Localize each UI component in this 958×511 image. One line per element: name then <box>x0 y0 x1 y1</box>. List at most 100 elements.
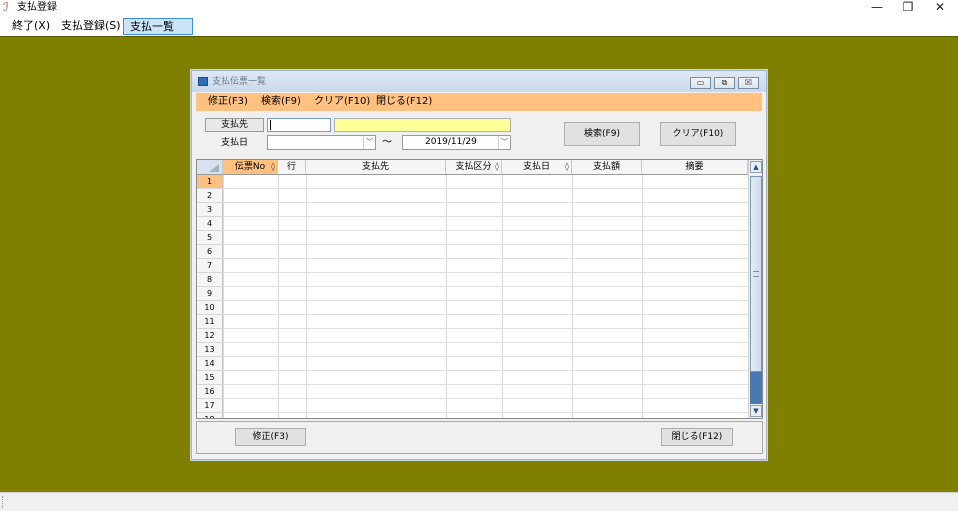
row-header[interactable]: 12 <box>197 329 223 343</box>
column-label: 支払区分 <box>455 162 492 172</box>
minimize-button[interactable]: — <box>862 0 892 16</box>
table-row[interactable] <box>223 398 748 399</box>
app-title: 支払登録 <box>17 2 57 13</box>
menu-clear-f10[interactable]: クリア(F10) <box>314 95 370 109</box>
column-label: 支払額 <box>592 162 620 172</box>
close-button[interactable]: ✕ <box>925 0 955 16</box>
date-range-tilde: 〜 <box>382 137 392 148</box>
row-header[interactable]: 16 <box>197 385 223 399</box>
row-header[interactable]: 6 <box>197 245 223 259</box>
row-header[interactable]: 15 <box>197 371 223 385</box>
chevron-down-icon[interactable]: ﹀ <box>498 136 510 149</box>
grid-column-divider <box>572 175 573 418</box>
payee-name-field[interactable] <box>334 118 511 132</box>
row-header[interactable]: 4 <box>197 217 223 231</box>
restore-button[interactable]: ❐ <box>893 0 923 16</box>
row-header[interactable]: 13 <box>197 343 223 357</box>
menu-payment-list[interactable]: 支払一覧(P) <box>123 18 193 48</box>
column-header-payment-date[interactable]: 支払日 ◊ <box>502 160 572 175</box>
title-bar: ℐ 支払登録 — ❐ ✕ <box>0 0 958 16</box>
row-header[interactable]: 10 <box>197 301 223 315</box>
scroll-up-icon[interactable]: ▲ <box>750 161 762 173</box>
table-row[interactable] <box>223 188 748 189</box>
table-row[interactable] <box>223 342 748 343</box>
grid-column-divider <box>223 175 224 418</box>
table-row[interactable] <box>223 412 748 413</box>
sort-icon: ◊ <box>495 162 499 171</box>
table-row[interactable] <box>223 230 748 231</box>
clear-button[interactable]: クリア(F10) <box>660 122 736 146</box>
date-from-combo[interactable]: ﹀ <box>267 135 376 150</box>
payee-code-input[interactable] <box>267 118 331 132</box>
table-row[interactable] <box>223 286 748 287</box>
column-header-amount[interactable]: 支払額 <box>572 160 642 175</box>
table-row[interactable] <box>223 216 748 217</box>
menu-exit[interactable]: 終了(X) <box>6 18 56 35</box>
payment-date-label: 支払日 <box>220 138 248 148</box>
scroll-track[interactable] <box>750 372 762 404</box>
resize-grip-icon <box>2 496 5 508</box>
row-header[interactable]: 5 <box>197 231 223 245</box>
column-header-slip-no[interactable]: 伝票No ◊ <box>223 160 278 175</box>
window-icon <box>198 77 208 86</box>
child-menu-bar: 修正(F3) 検索(F9) クリア(F10) 閉じる(F12) <box>196 93 762 111</box>
date-to-combo[interactable]: 2019/11/29 ﹀ <box>402 135 511 150</box>
grid-vertical-scrollbar[interactable]: ▲ ▼ <box>748 160 762 418</box>
column-header-line[interactable]: 行 <box>278 160 306 175</box>
row-header[interactable]: 2 <box>197 189 223 203</box>
chevron-down-icon[interactable]: ﹀ <box>363 136 375 149</box>
menu-edit-f3[interactable]: 修正(F3) <box>208 95 248 109</box>
payment-grid[interactable]: 伝票No ◊ 行 支払先 支払区分 ◊ 支払日 ◊ 支払額 摘要 1234567… <box>196 159 763 419</box>
row-header[interactable]: 17 <box>197 399 223 413</box>
row-header[interactable]: 7 <box>197 259 223 273</box>
scroll-thumb[interactable] <box>750 176 762 372</box>
row-header[interactable]: 1 <box>197 175 223 189</box>
sort-icon: ◊ <box>271 162 275 171</box>
app-icon: ℐ <box>3 0 9 14</box>
bottom-button-bar: 修正(F3) 閉じる(F12) <box>196 421 763 454</box>
menu-payment-register[interactable]: 支払登録(S) <box>55 18 127 35</box>
table-row[interactable] <box>223 356 748 357</box>
table-row[interactable] <box>223 314 748 315</box>
row-header[interactable]: 3 <box>197 203 223 217</box>
row-header[interactable]: 8 <box>197 273 223 287</box>
close-window-button[interactable]: 閉じる(F12) <box>661 428 733 446</box>
menu-close-f12[interactable]: 閉じる(F12) <box>376 95 432 109</box>
scroll-down-icon[interactable]: ▼ <box>750 405 762 417</box>
grid-column-divider <box>306 175 307 418</box>
row-header[interactable]: 14 <box>197 357 223 371</box>
column-label: 伝票No <box>234 162 266 172</box>
search-button[interactable]: 検索(F9) <box>564 122 640 146</box>
column-label: 支払日 <box>522 162 550 172</box>
row-header[interactable]: 9 <box>197 287 223 301</box>
menu-search-f9[interactable]: 検索(F9) <box>261 95 301 109</box>
column-label: 支払先 <box>361 162 389 172</box>
child-window-title: 支払伝票一覧 <box>212 77 267 87</box>
column-header-payee[interactable]: 支払先 <box>306 160 446 175</box>
table-row[interactable] <box>223 202 748 203</box>
table-row[interactable] <box>223 370 748 371</box>
table-row[interactable] <box>223 272 748 273</box>
child-minimize-button[interactable]: ▭ <box>690 77 711 89</box>
table-row[interactable] <box>223 328 748 329</box>
grid-column-divider <box>278 175 279 418</box>
column-header-payment-type[interactable]: 支払区分 ◊ <box>446 160 502 175</box>
edit-button[interactable]: 修正(F3) <box>235 428 306 446</box>
table-row[interactable] <box>223 244 748 245</box>
table-row[interactable] <box>223 300 748 301</box>
child-close-button[interactable]: ☒ <box>738 77 759 89</box>
status-bar <box>0 492 958 511</box>
grip-icon <box>753 271 759 277</box>
row-header[interactable]: 18 <box>197 413 223 418</box>
grid-select-all-corner[interactable] <box>197 160 223 175</box>
date-to-value: 2019/11/29 <box>425 137 477 147</box>
child-title-bar[interactable]: 支払伝票一覧 ▭ ⧉ ☒ <box>192 71 766 92</box>
sort-icon: ◊ <box>565 162 569 171</box>
payee-label: 支払先 <box>205 118 264 132</box>
child-restore-button[interactable]: ⧉ <box>714 77 735 89</box>
table-row[interactable] <box>223 258 748 259</box>
table-row[interactable] <box>223 384 748 385</box>
column-label: 行 <box>286 162 296 172</box>
row-header[interactable]: 11 <box>197 315 223 329</box>
column-header-memo[interactable]: 摘要 <box>642 160 748 175</box>
